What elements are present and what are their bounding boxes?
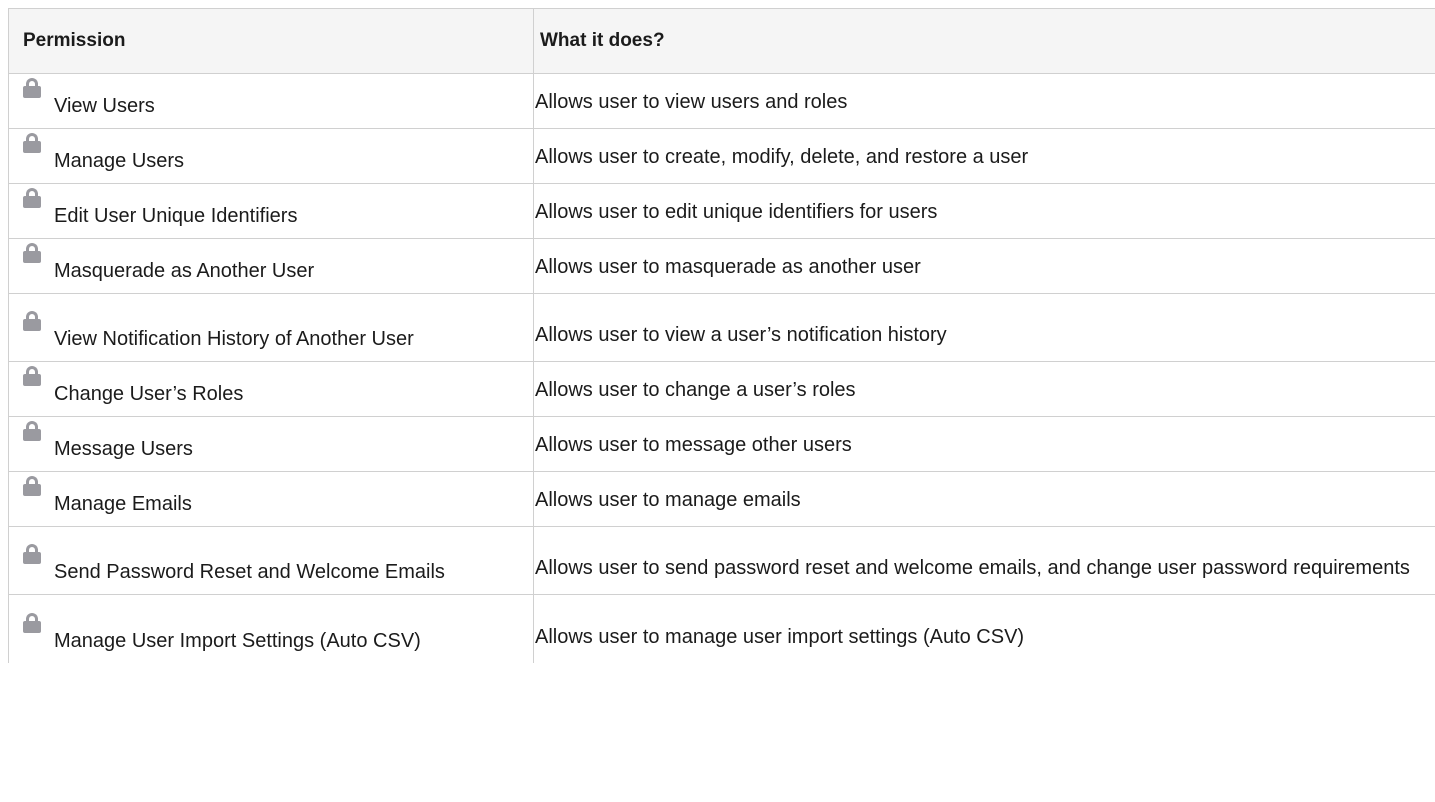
table-row: Send Password Reset and Welcome Emails A… bbox=[8, 526, 1435, 595]
description-cell: Allows user to edit unique identifiers f… bbox=[533, 183, 1435, 239]
table-row: View Notification History of Another Use… bbox=[8, 293, 1435, 362]
permission-name: Change User’s Roles bbox=[54, 383, 244, 405]
lock-icon bbox=[23, 188, 41, 208]
lock-icon bbox=[23, 476, 41, 496]
description-cell: Allows user to create, modify, delete, a… bbox=[533, 128, 1435, 184]
lock-icon bbox=[23, 366, 41, 386]
description-cell: Allows user to view a user’s notificatio… bbox=[533, 293, 1435, 362]
table-row: Manage Emails Allows user to manage emai… bbox=[8, 471, 1435, 527]
table-row: Message Users Allows user to message oth… bbox=[8, 416, 1435, 472]
permission-name: Send Password Reset and Welcome Emails bbox=[54, 561, 445, 583]
permission-cell: View Notification History of Another Use… bbox=[8, 293, 534, 362]
header-permission: Permission bbox=[8, 8, 534, 74]
table-row: Manage User Import Settings (Auto CSV) A… bbox=[8, 594, 1435, 663]
permission-name: Edit User Unique Identifiers bbox=[54, 205, 298, 227]
table-row: Change User’s Roles Allows user to chang… bbox=[8, 361, 1435, 417]
table-row: View Users Allows user to view users and… bbox=[8, 73, 1435, 129]
permission-cell: Message Users bbox=[8, 416, 534, 472]
permission-cell: Manage Emails bbox=[8, 471, 534, 527]
table-row: Edit User Unique Identifiers Allows user… bbox=[8, 183, 1435, 239]
lock-icon bbox=[23, 421, 41, 441]
description-cell: Allows user to send password reset and w… bbox=[533, 526, 1435, 595]
lock-icon bbox=[23, 612, 41, 633]
permission-name: View Notification History of Another Use… bbox=[54, 328, 414, 350]
permission-name: Manage Emails bbox=[54, 493, 192, 515]
permission-cell: View Users bbox=[8, 73, 534, 129]
table-header-row: Permission What it does? bbox=[8, 8, 1435, 74]
permission-cell: Change User’s Roles bbox=[8, 361, 534, 417]
lock-icon bbox=[23, 78, 41, 98]
permission-name: Manage Users bbox=[54, 150, 185, 172]
permission-name: Masquerade as Another User bbox=[54, 260, 315, 282]
description-cell: Allows user to view users and roles bbox=[533, 73, 1435, 129]
description-cell: Allows user to change a user’s roles bbox=[533, 361, 1435, 417]
permission-name: Message Users bbox=[54, 438, 193, 460]
permission-name: View Users bbox=[54, 95, 155, 117]
header-description: What it does? bbox=[533, 8, 1435, 74]
permission-cell: Manage User Import Settings (Auto CSV) bbox=[8, 594, 534, 663]
permissions-table: Permission What it does? View Users Allo… bbox=[8, 8, 1435, 663]
permission-name: Manage User Import Settings (Auto CSV) bbox=[54, 629, 421, 652]
permission-cell: Send Password Reset and Welcome Emails bbox=[8, 526, 534, 595]
description-cell: Allows user to message other users bbox=[533, 416, 1435, 472]
permission-cell: Manage Users bbox=[8, 128, 534, 184]
description-cell: Allows user to manage emails bbox=[533, 471, 1435, 527]
permission-cell: Masquerade as Another User bbox=[8, 238, 534, 294]
lock-icon bbox=[23, 544, 41, 564]
permission-cell: Edit User Unique Identifiers bbox=[8, 183, 534, 239]
table-row: Masquerade as Another User Allows user t… bbox=[8, 238, 1435, 294]
description-cell: Allows user to manage user import settin… bbox=[533, 594, 1435, 663]
table-row: Manage Users Allows user to create, modi… bbox=[8, 128, 1435, 184]
lock-icon bbox=[23, 311, 41, 331]
lock-icon bbox=[23, 243, 41, 263]
description-cell: Allows user to masquerade as another use… bbox=[533, 238, 1435, 294]
lock-icon bbox=[23, 133, 41, 153]
